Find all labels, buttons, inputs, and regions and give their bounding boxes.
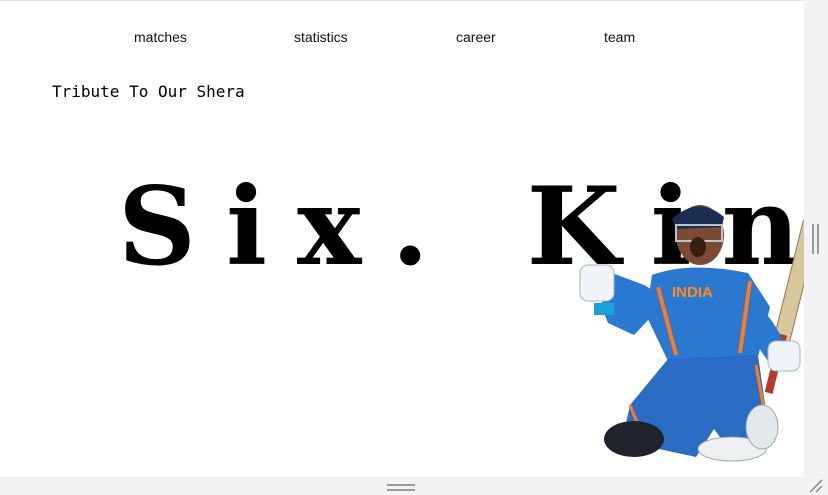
nav-link-statistics[interactable]: statistics <box>294 29 348 45</box>
bottom-resize-handle[interactable] <box>387 484 415 491</box>
right-resize-handle[interactable] <box>812 224 819 254</box>
nav-link-career[interactable]: career <box>456 29 496 45</box>
jersey-text: INDIA <box>672 284 713 301</box>
cricketer-celebration-image: INDIA <box>579 205 804 462</box>
resize-corner-icon[interactable] <box>806 478 824 494</box>
nav-link-matches[interactable]: matches <box>134 29 187 45</box>
page-subtitle: Tribute To Our Shera <box>52 82 245 101</box>
page-viewport: matches statistics career team Tribute T… <box>0 0 804 477</box>
nav-link-team[interactable]: team <box>604 29 635 45</box>
